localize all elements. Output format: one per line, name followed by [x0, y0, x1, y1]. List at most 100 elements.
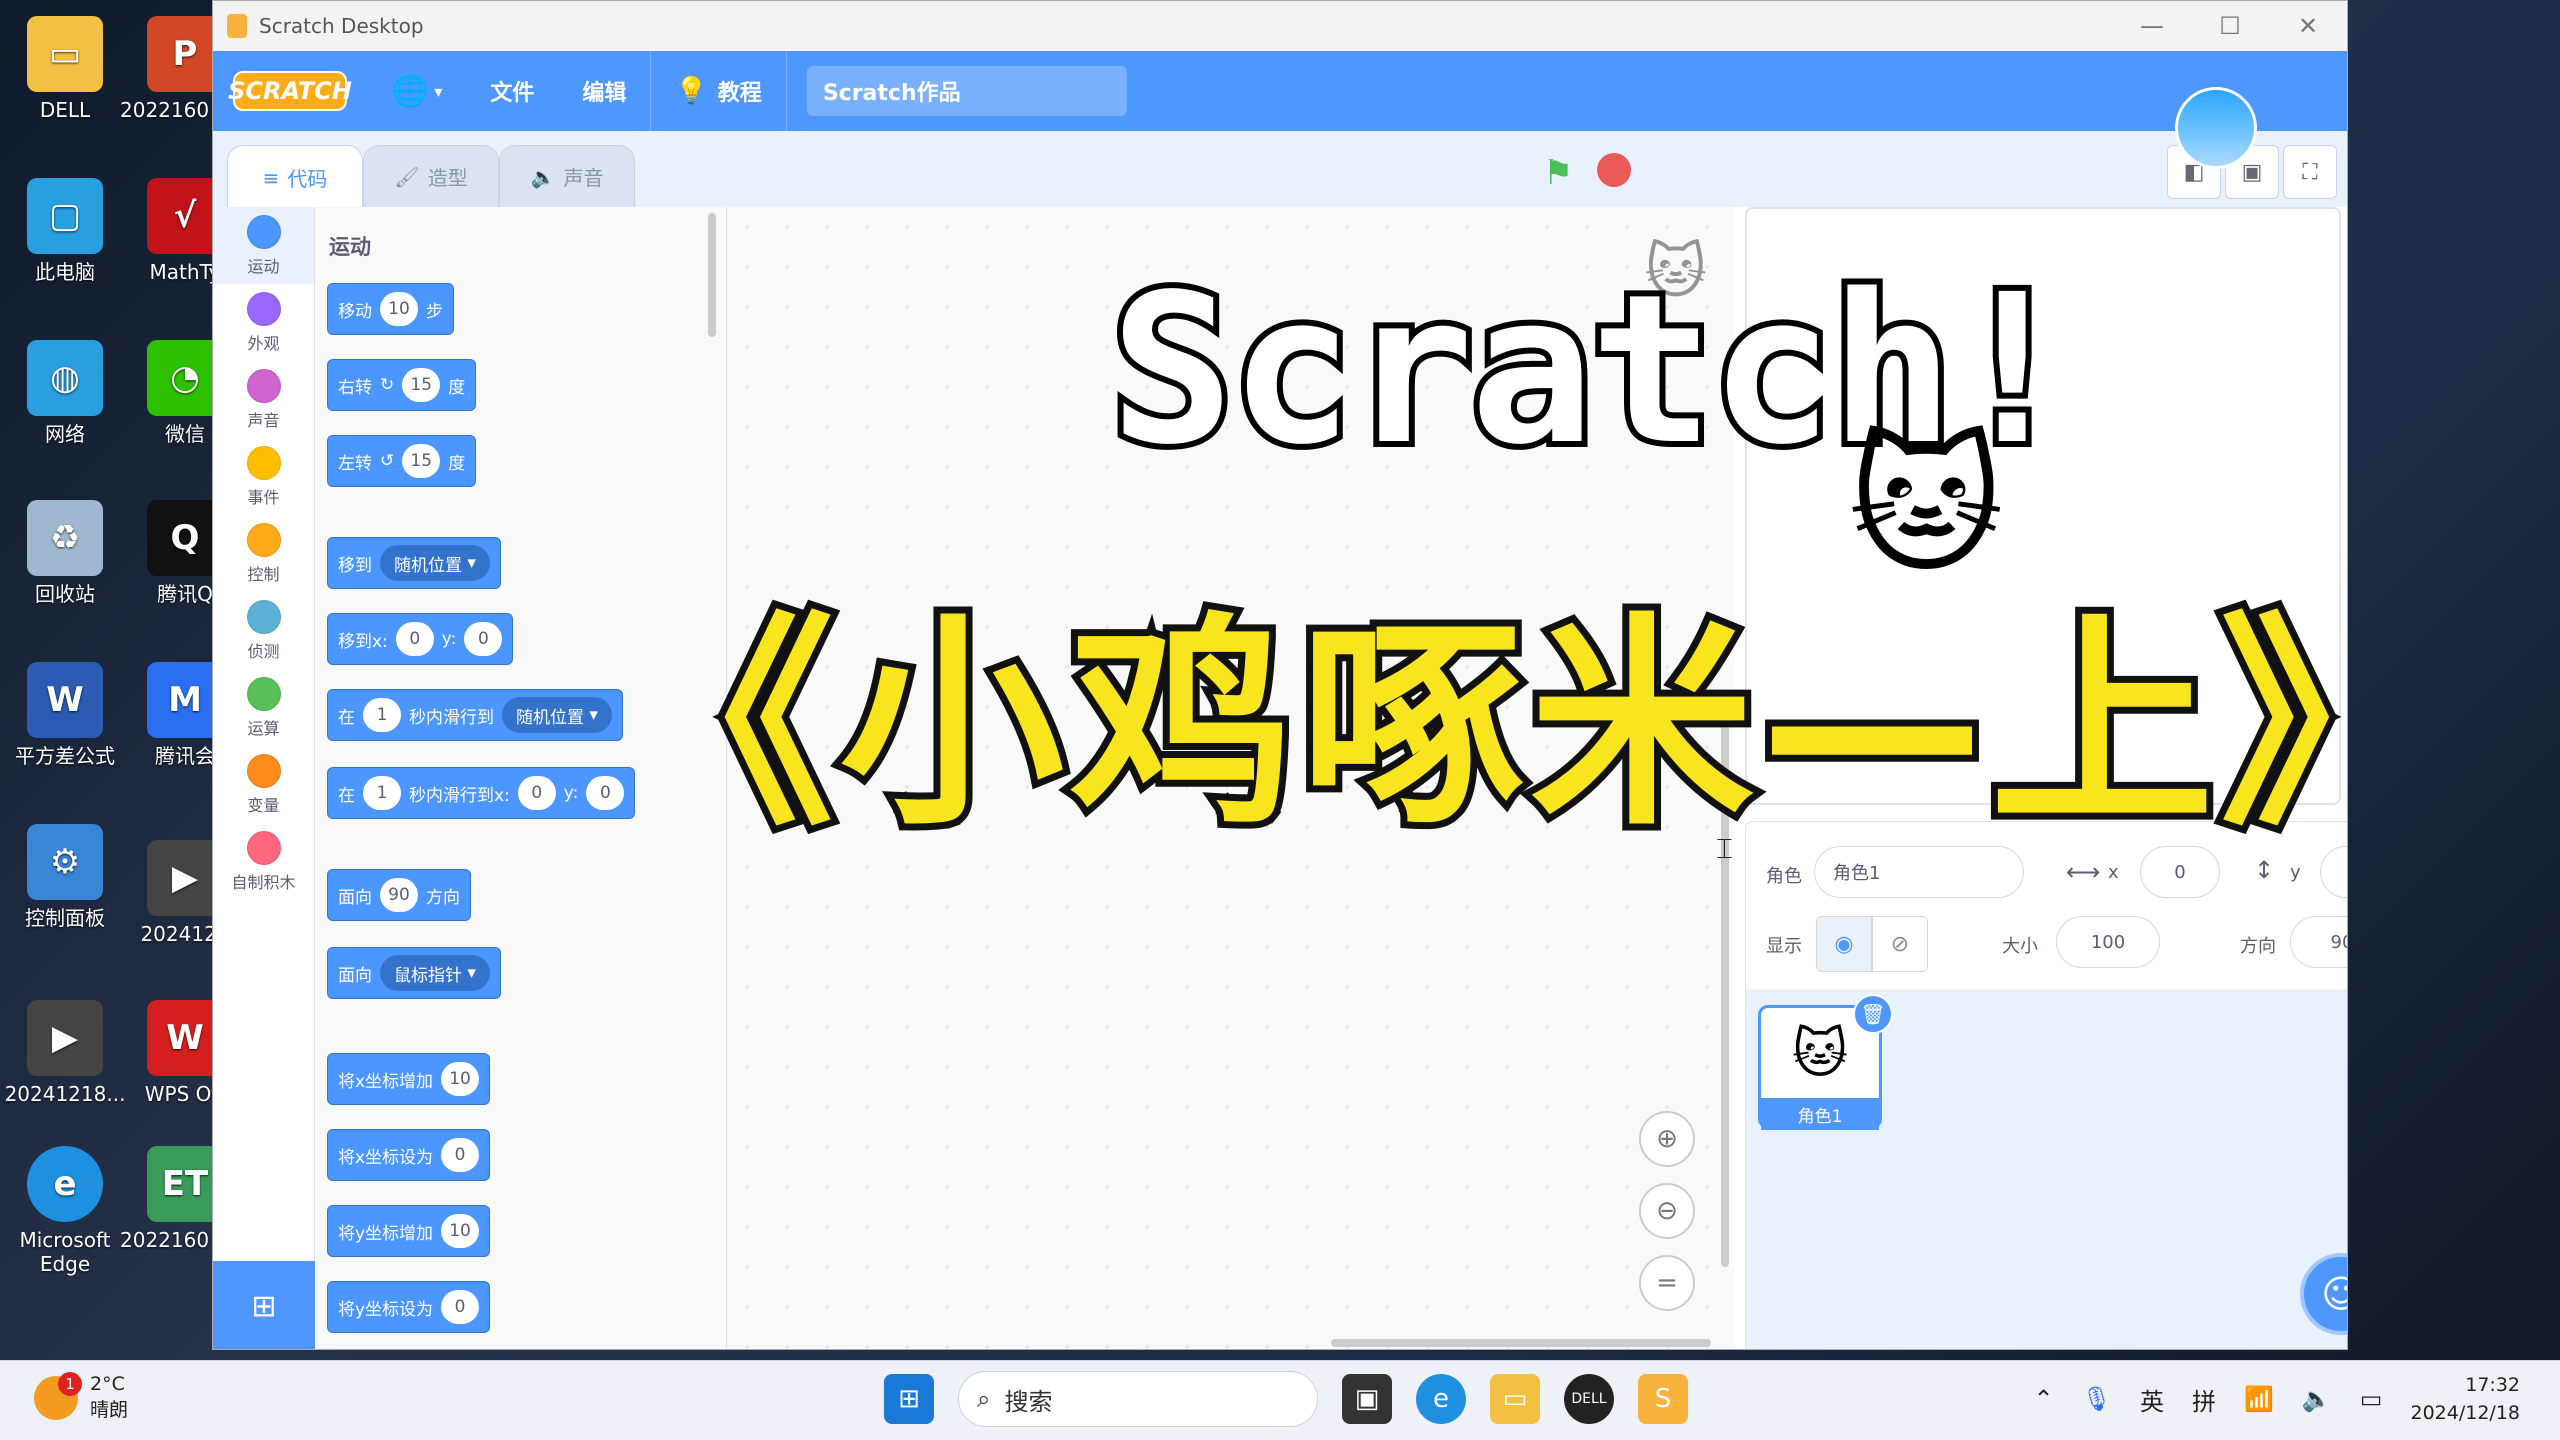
block-dropdown[interactable]: 鼠标指针 ▾ [380, 955, 490, 991]
category-sensing[interactable]: 侦测 [213, 592, 314, 669]
size-label: 大小 [2002, 936, 2038, 957]
tab-code[interactable]: ≡ 代码 [227, 145, 363, 209]
block-number-input[interactable]: 1 [363, 698, 401, 732]
project-title-input[interactable]: Scratch作品 [806, 66, 1127, 116]
size-input[interactable]: 100 [2056, 916, 2160, 968]
category-motion[interactable]: 运动 [213, 207, 314, 284]
block-number-input[interactable]: 0 [441, 1290, 480, 1324]
category-my-blocks[interactable]: 自制积木 [213, 823, 314, 900]
weather-condition: 晴朗 [90, 1399, 129, 1421]
block-set-x[interactable]: 将x坐标设为 0 [327, 1129, 491, 1181]
dropdown-value: 随机位置 [516, 707, 584, 728]
block-number-input[interactable]: 10 [380, 292, 418, 326]
clock[interactable]: 17:32 2024/12/18 [2410, 1371, 2520, 1427]
language-menu[interactable]: 🌐 ▾ [367, 51, 466, 131]
taskbar-scratch[interactable]: S [1638, 1374, 1688, 1424]
block-point-direction[interactable]: 面向 90 方向 [327, 869, 471, 921]
battery-icon[interactable]: ▭ [2360, 1385, 2383, 1413]
zoom-out-button[interactable]: ⊖ [1639, 1183, 1695, 1239]
maximize-button[interactable]: ☐ [2191, 12, 2269, 40]
block-number-input[interactable]: 1 [363, 776, 401, 810]
microphone-icon[interactable]: 🎙 [2082, 1385, 2112, 1413]
block-number-input[interactable]: 0 [395, 622, 434, 656]
taskbar-search[interactable]: ⌕ 搜索 [958, 1371, 1318, 1427]
desktop-icon-video[interactable]: ▶ 20241218... [0, 1000, 130, 1106]
category-operators[interactable]: 运算 [213, 669, 314, 746]
block-glide-xy[interactable]: 在 1 秒内滑行到x: 0 y: 0 [327, 767, 636, 819]
profile-avatar[interactable] [2175, 87, 2257, 169]
block-turn-right[interactable]: 右转 ↻ 15 度 [327, 359, 477, 411]
chevron-up-icon[interactable]: ⌃ [2033, 1385, 2053, 1413]
task-view-button[interactable]: ▣ [1342, 1374, 1392, 1424]
scratch-logo[interactable]: SCRATCH [228, 71, 352, 111]
block-turn-left[interactable]: 左转 ↺ 15 度 [327, 435, 477, 487]
taskbar-edge[interactable]: e [1416, 1374, 1466, 1424]
category-events[interactable]: 事件 [213, 438, 314, 515]
block-number-input[interactable]: 10 [441, 1062, 480, 1096]
category-variables[interactable]: 变量 [213, 746, 314, 823]
start-button[interactable]: ⊞ [884, 1374, 934, 1424]
tab-costumes[interactable]: 🖌 造型 [363, 145, 499, 207]
taskbar-file-explorer[interactable]: ▭ [1490, 1374, 1540, 1424]
taskbar-dell[interactable]: DELL [1564, 1374, 1614, 1424]
system-tray: ⌃ 🎙 英 拼 📶 🔈 ▭ 17:32 2024/12/18 [2033, 1371, 2520, 1427]
block-number-input[interactable]: 0 [464, 622, 503, 656]
block-number-input[interactable]: 10 [441, 1214, 480, 1248]
delete-sprite-button[interactable]: 🗑 [1853, 994, 1893, 1034]
block-dropdown[interactable]: 随机位置 ▾ [502, 697, 612, 733]
block-set-y[interactable]: 将y坐标设为 0 [327, 1281, 491, 1333]
block-point-towards[interactable]: 面向 鼠标指针 ▾ [327, 947, 501, 999]
stop-icon[interactable] [1597, 153, 1631, 187]
desktop-icon-this-pc[interactable]: ▢ 此电脑 [0, 178, 130, 284]
edit-menu[interactable]: 编辑 [558, 51, 650, 131]
desktop-icon-network[interactable]: ◍ 网络 [0, 340, 130, 446]
ime-language[interactable]: 英 [2140, 1382, 2164, 1417]
desktop-icon-control-panel[interactable]: ⚙ 控制面板 [0, 824, 130, 930]
hide-sprite-button[interactable]: ⊘ [1872, 916, 1928, 972]
volume-icon[interactable]: 🔈 [2302, 1385, 2332, 1413]
block-text: 面向 [338, 965, 372, 986]
tutorials-menu[interactable]: 💡 教程 [651, 51, 785, 131]
green-flag-icon[interactable]: ⚑ [1543, 153, 1583, 193]
sprite-tile[interactable]: 🐱 角色1 🗑 [1758, 994, 1893, 1130]
wifi-icon[interactable]: 📶 [2244, 1385, 2274, 1413]
block-change-y[interactable]: 将y坐标增加 10 [327, 1205, 491, 1257]
category-sound[interactable]: 声音 [213, 361, 314, 438]
category-label: 事件 [247, 487, 280, 507]
add-extension-button[interactable]: ⊞ [213, 1261, 315, 1349]
desktop-icon-edge[interactable]: e Microsoft Edge [0, 1146, 130, 1276]
zoom-in-button[interactable]: ⊕ [1639, 1111, 1695, 1167]
desktop-icon-recycle-bin[interactable]: ♻ 回收站 [0, 500, 130, 606]
minimize-button[interactable]: — [2113, 12, 2191, 40]
show-sprite-button[interactable]: ◉ [1816, 916, 1872, 972]
block-goto-xy[interactable]: 移到x: 0 y: 0 [327, 613, 514, 665]
zoom-reset-button[interactable]: = [1639, 1255, 1695, 1311]
block-number-input[interactable]: 0 [517, 776, 556, 810]
category-looks[interactable]: 外观 [213, 284, 314, 361]
block-number-input[interactable]: 90 [380, 878, 418, 912]
tab-sounds[interactable]: 🔈 声音 [499, 145, 635, 207]
block-goto[interactable]: 移到 随机位置 ▾ [327, 537, 501, 589]
category-control[interactable]: 控制 [213, 515, 314, 592]
desktop-icon-label: 控制面板 [25, 906, 105, 930]
close-button[interactable]: ✕ [2269, 12, 2347, 40]
weather-widget[interactable]: 1 2°C 晴朗 [34, 1371, 129, 1422]
desktop-icon-dell[interactable]: ▭ DELL [0, 16, 130, 122]
block-dropdown[interactable]: 随机位置 ▾ [380, 545, 490, 581]
direction-label: 方向 [2240, 936, 2276, 957]
block-move-steps[interactable]: 移动 10 步 [327, 283, 454, 335]
block-number-input[interactable]: 15 [402, 368, 441, 402]
direction-input[interactable]: 90 [2290, 916, 2347, 968]
block-number-input[interactable]: 0 [441, 1138, 480, 1172]
block-glide[interactable]: 在 1 秒内滑行到 随机位置 ▾ [327, 689, 623, 741]
desktop-icon-word-doc[interactable]: W 平方差公式 [0, 662, 130, 768]
file-menu[interactable]: 文件 [466, 51, 558, 131]
ime-mode[interactable]: 拼 [2192, 1382, 2216, 1417]
block-number-input[interactable]: 15 [402, 444, 441, 478]
palette-scrollbar[interactable] [708, 213, 716, 337]
block-text: 秒内滑行到 [409, 707, 494, 728]
add-sprite-button[interactable]: ☺ [2300, 1253, 2347, 1335]
workspace-horizontal-scrollbar[interactable] [1331, 1339, 1711, 1347]
block-change-x[interactable]: 将x坐标增加 10 [327, 1053, 491, 1105]
fullscreen-button[interactable]: ⛶ [2283, 145, 2337, 199]
